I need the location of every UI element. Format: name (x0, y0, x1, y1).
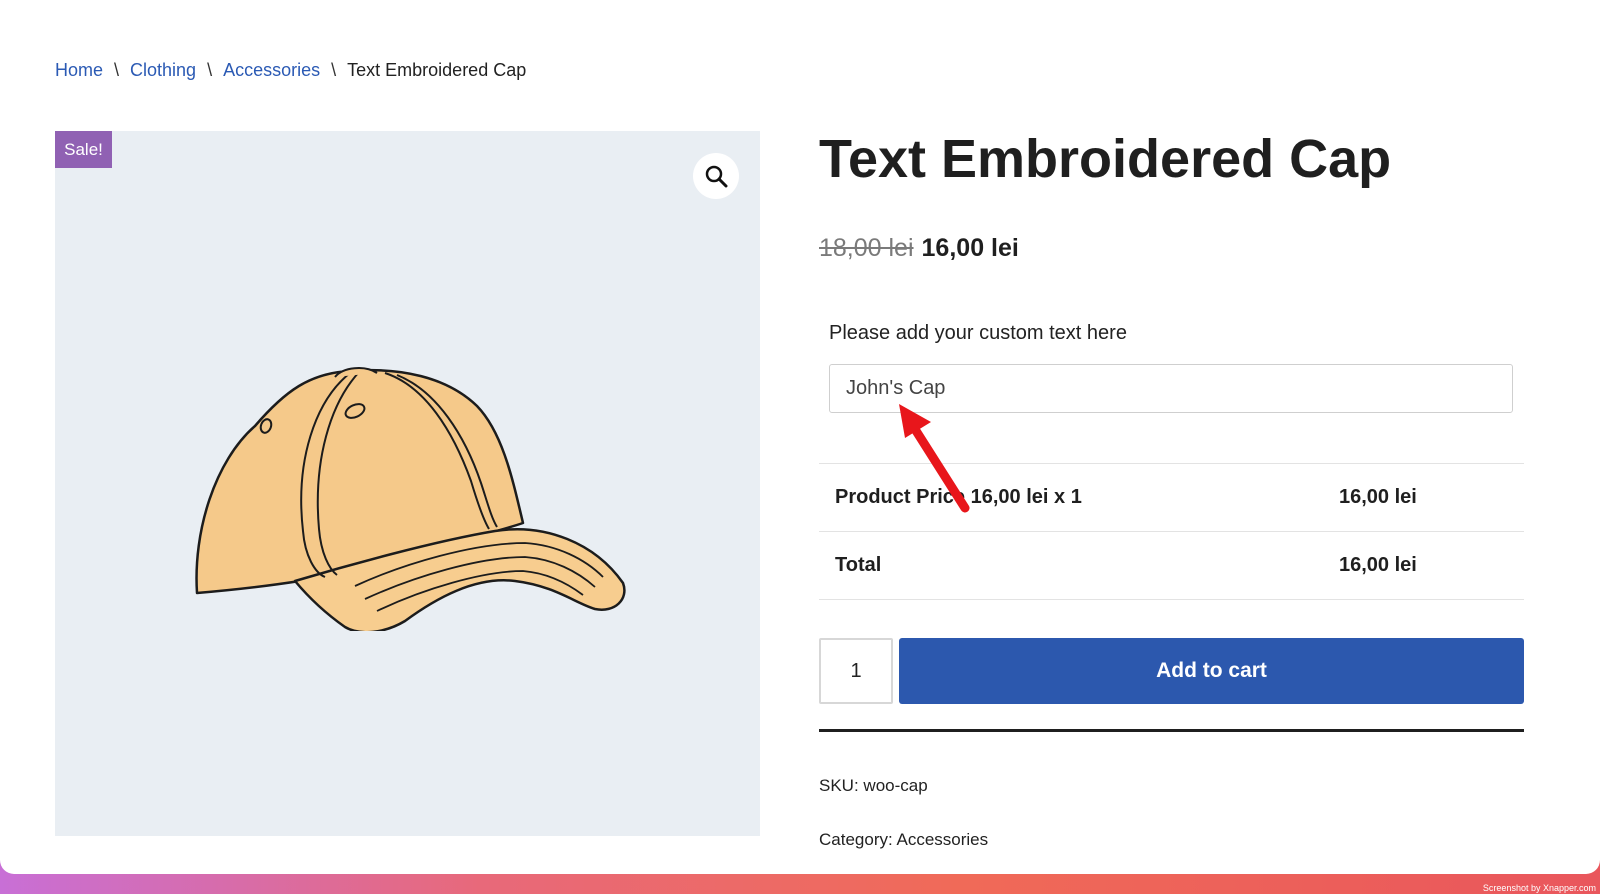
product-price-value: 16,00 lei (1323, 463, 1524, 532)
quantity-input[interactable] (819, 638, 893, 704)
breadcrumb-current: Text Embroidered Cap (347, 60, 527, 80)
breadcrumb-home-link[interactable]: Home (55, 60, 103, 81)
category-line: Category: Accessories (819, 830, 988, 850)
breadcrumb-clothing-link[interactable]: Clothing (130, 60, 196, 81)
breadcrumb-accessories-link[interactable]: Accessories (223, 60, 320, 81)
total-value: 16,00 lei (1323, 531, 1524, 600)
sku-line: SKU: woo-cap (819, 776, 928, 796)
annotation-arrow-icon (899, 404, 970, 513)
add-to-cart-button[interactable]: Add to cart (899, 638, 1524, 704)
product-gallery[interactable]: Sale! (55, 131, 760, 836)
screenshot-credit: Screenshot by Xnapper.com (1482, 883, 1596, 893)
product-title: Text Embroidered Cap (819, 129, 1392, 189)
baseball-cap-image (195, 367, 626, 631)
product-price: 18,00 lei 16,00 lei (819, 234, 1019, 263)
browser-window: Home \ Clothing \ Accessories \ Text Emb… (0, 0, 1600, 874)
category-link[interactable]: Accessories (897, 830, 989, 849)
magnifier-icon (705, 165, 728, 188)
zoom-button[interactable] (693, 153, 739, 199)
product-price-detail: 16,00 lei x 1 (970, 486, 1082, 508)
sale-price: 16,00 lei (921, 234, 1019, 262)
breadcrumb-separator: \ (114, 60, 120, 80)
divider (819, 729, 1524, 732)
table-row: Total 16,00 lei (819, 531, 1524, 600)
breadcrumb-separator: \ (331, 60, 337, 80)
sku-value: woo-cap (863, 776, 928, 795)
category-label: Category: (819, 830, 893, 849)
breadcrumb-separator: \ (207, 60, 213, 80)
sku-label: SKU: (819, 776, 859, 795)
custom-text-label: Please add your custom text here (829, 322, 1127, 344)
old-price: 18,00 lei (819, 234, 914, 262)
sale-badge: Sale! (55, 131, 112, 168)
total-label: Total (819, 531, 1323, 600)
breadcrumb: Home \ Clothing \ Accessories \ Text Emb… (55, 60, 526, 81)
